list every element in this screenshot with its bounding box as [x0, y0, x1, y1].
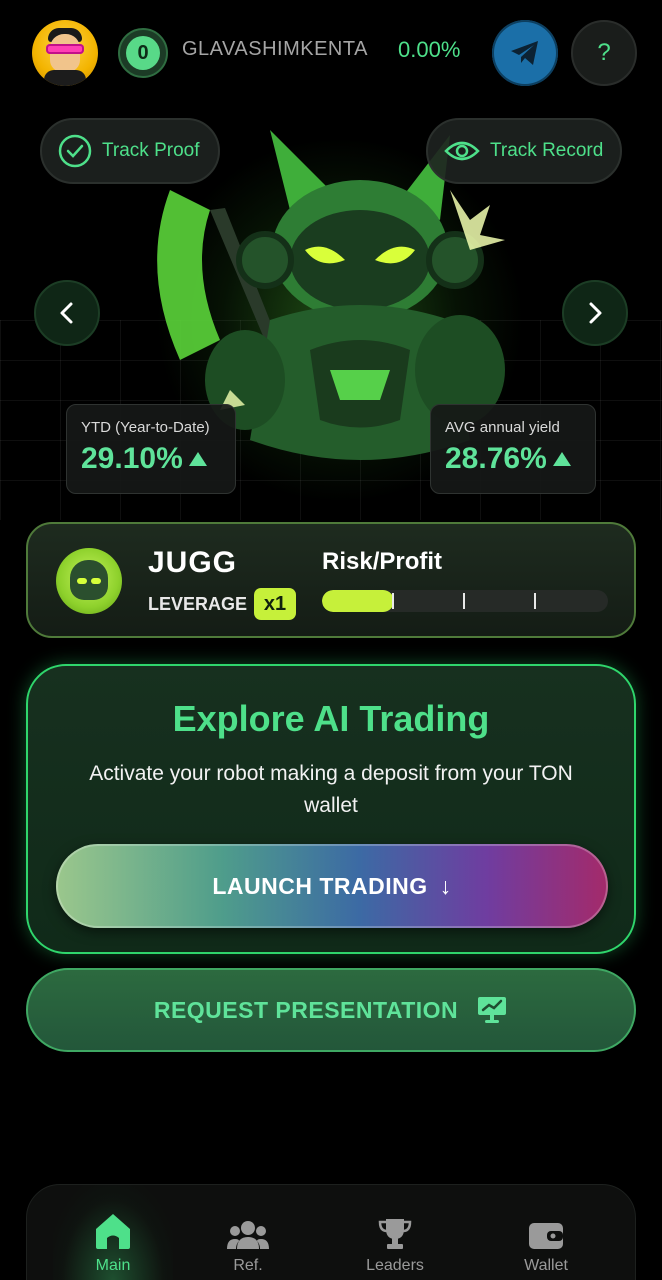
track-proof-label: Track Proof — [102, 140, 200, 161]
nav-wallet-label: Wallet — [524, 1257, 568, 1274]
nav-wallet[interactable]: Wallet — [486, 1185, 606, 1280]
up-arrow-icon — [188, 452, 207, 466]
previous-robot-button[interactable] — [34, 280, 100, 346]
risk-profit-bar — [322, 590, 608, 612]
risk-tick — [534, 593, 536, 609]
telegram-icon — [511, 41, 538, 65]
trophy-icon — [378, 1219, 412, 1249]
pnl-percent: 0.00% — [398, 37, 461, 62]
nav-leaders-label: Leaders — [366, 1257, 424, 1274]
robot-name: JUGG — [148, 546, 238, 579]
nav-ref-label: Ref. — [233, 1257, 263, 1274]
user-avatar[interactable] — [32, 20, 98, 86]
help-icon: ? — [597, 39, 611, 66]
ytd-label: YTD (Year-to-Date) — [81, 419, 210, 436]
explore-title: Explore AI Trading — [172, 698, 490, 739]
wallet-icon — [529, 1223, 563, 1249]
risk-profit-fill — [322, 590, 394, 612]
robot-avatar — [56, 548, 122, 614]
nav-main-label: Main — [95, 1257, 131, 1274]
leverage-badge: x1 — [254, 588, 296, 620]
track-record-label: Track Record — [490, 140, 604, 161]
robot-info-card: JUGG LEVERAGE x1 Risk/Profit — [26, 522, 636, 638]
bottom-navigation: Main Ref. Leaders Wallet — [26, 1184, 636, 1280]
track-proof-button[interactable]: Track Proof — [40, 118, 220, 184]
nav-main[interactable]: Main — [53, 1185, 173, 1280]
nav-leaders[interactable]: Leaders — [335, 1185, 455, 1280]
avg-yield-stat: AVG annual yield 28.76% — [430, 404, 596, 494]
request-presentation-button[interactable]: REQUEST PRESENTATION — [26, 968, 636, 1052]
track-record-button[interactable]: Track Record — [426, 118, 622, 184]
level-badge: 0 — [118, 28, 168, 78]
request-presentation-label: REQUEST PRESENTATION — [153, 996, 459, 1023]
check-circle-icon — [58, 134, 92, 168]
chevron-right-icon — [589, 302, 602, 324]
risk-tick — [463, 593, 465, 609]
username: GLAVASHIMKENTA — [182, 38, 368, 60]
nav-referrals[interactable]: Ref. — [188, 1185, 308, 1280]
eye-icon — [444, 141, 480, 161]
home-icon — [96, 1214, 130, 1249]
arrow-down-icon: ↓ — [439, 872, 452, 899]
top-bar: 0 GLAVASHIMKENTA 0.00% ? — [30, 18, 637, 88]
help-button[interactable]: ? — [571, 20, 637, 86]
launch-trading-label: LAUNCH TRADING — [212, 872, 428, 899]
avg-yield-label: AVG annual yield — [445, 419, 560, 436]
risk-profit-label: Risk/Profit — [322, 548, 443, 575]
level-value: 0 — [126, 36, 160, 70]
telegram-button[interactable] — [492, 20, 558, 86]
launch-trading-button[interactable]: LAUNCH TRADING ↓ — [56, 844, 608, 928]
explore-subtitle: Activate your robot making a deposit fro… — [89, 762, 573, 817]
leverage-label: LEVERAGE — [148, 594, 248, 614]
up-arrow-icon — [552, 452, 571, 466]
users-icon — [227, 1221, 269, 1249]
avg-yield-value: 28.76% — [445, 442, 547, 475]
explore-ai-trading-card: Explore AI Trading Activate your robot m… — [26, 664, 636, 954]
next-robot-button[interactable] — [562, 280, 628, 346]
chevron-left-icon — [60, 302, 73, 324]
hero-section: Track Proof Track Record YTD (Year-to-Da… — [0, 100, 662, 520]
ytd-stat: YTD (Year-to-Date) 29.10% — [66, 404, 236, 494]
risk-tick — [392, 593, 394, 609]
presentation-chart-icon — [478, 997, 507, 1023]
ytd-value: 29.10% — [81, 442, 183, 475]
